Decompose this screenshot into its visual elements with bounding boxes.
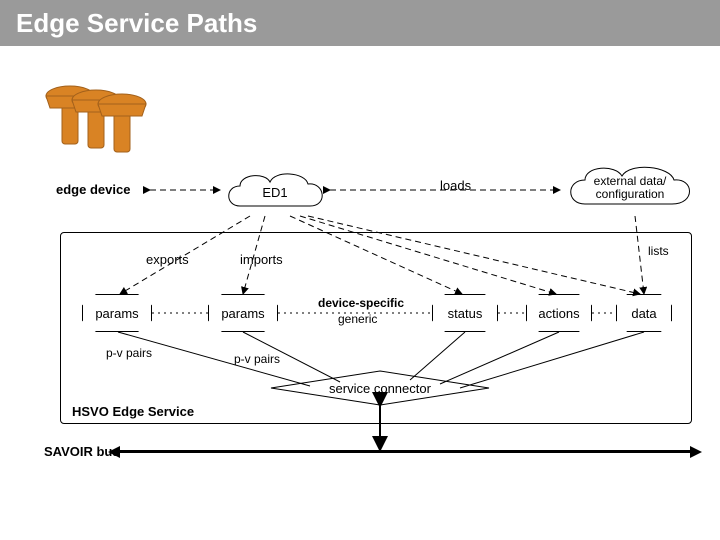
node-data-label: data [631, 306, 656, 321]
cloud-ed1-label: ED1 [262, 186, 287, 200]
label-pv-2: p-v pairs [234, 352, 280, 366]
label-loads: loads [440, 178, 471, 193]
node-actions-label: actions [538, 306, 579, 321]
cloud-external-label: external data/ configuration [594, 175, 667, 201]
node-status-label: status [448, 306, 483, 321]
savoir-bus-line [120, 450, 690, 453]
label-lists: lists [648, 244, 669, 258]
label-hsvo: HSVO Edge Service [72, 404, 194, 419]
label-imports: imports [240, 252, 283, 267]
label-pv-1: p-v pairs [106, 346, 152, 360]
bus-arrow-right [690, 446, 702, 458]
connectors-svg [0, 0, 720, 540]
label-generic: generic [338, 312, 377, 326]
label-edge-device: edge device [56, 182, 130, 197]
node-params-2-label: params [221, 306, 264, 321]
label-device-specific: device-specific [318, 296, 404, 310]
label-savoir: SAVOIR bus [44, 444, 120, 459]
label-exports: exports [146, 252, 189, 267]
node-params-1-label: params [95, 306, 138, 321]
